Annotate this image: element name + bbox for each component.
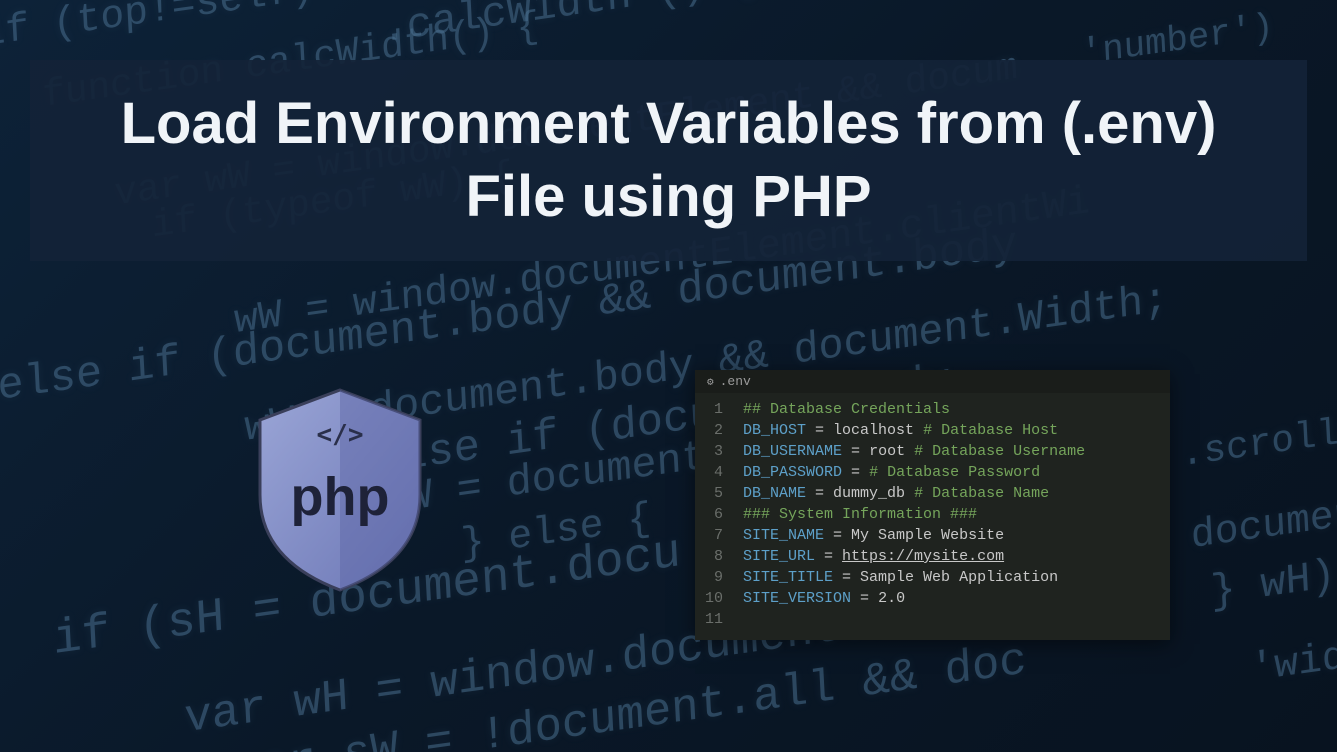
php-text: php	[291, 467, 390, 527]
code-content: ## Database CredentialsDB_HOST = localho…	[733, 393, 1170, 640]
line-number: 11	[705, 609, 723, 630]
line-number: 6	[705, 504, 723, 525]
editor-tab: ⚙ .env	[695, 370, 1170, 393]
code-line: DB_PASSWORD = # Database Password	[743, 462, 1158, 483]
code-line: ## Database Credentials	[743, 399, 1158, 420]
code-line: ### System Information ###	[743, 504, 1158, 525]
line-number: 5	[705, 483, 723, 504]
editor-body: 1234567891011 ## Database CredentialsDB_…	[695, 393, 1170, 640]
line-number: 8	[705, 546, 723, 567]
line-number: 9	[705, 567, 723, 588]
line-number: 1	[705, 399, 723, 420]
code-editor: ⚙ .env 1234567891011 ## Database Credent…	[695, 370, 1170, 640]
code-line: DB_USERNAME = root # Database Username	[743, 441, 1158, 462]
line-number: 2	[705, 420, 723, 441]
line-number: 3	[705, 441, 723, 462]
line-number: 7	[705, 525, 723, 546]
background-code-line: 'widt	[1249, 632, 1337, 694]
page-title: Load Environment Variables from (.env) F…	[70, 88, 1267, 233]
code-line: SITE_NAME = My Sample Website	[743, 525, 1158, 546]
background-code-line: .scrollHe	[1180, 406, 1337, 478]
code-line: DB_HOST = localhost # Database Host	[743, 420, 1158, 441]
line-numbers: 1234567891011	[695, 393, 733, 640]
shield-icon: </> php	[250, 385, 430, 595]
editor-filename: .env	[720, 374, 751, 389]
code-line: DB_NAME = dummy_db # Database Name	[743, 483, 1158, 504]
code-line: SITE_VERSION = 2.0	[743, 588, 1158, 609]
background-code-line: document.	[1190, 485, 1337, 560]
code-line: SITE_TITLE = Sample Web Application	[743, 567, 1158, 588]
code-tag-icon: </>	[317, 420, 364, 450]
php-logo: </> php	[250, 385, 430, 595]
line-number: 4	[705, 462, 723, 483]
background-code-line: } wH)	[1209, 551, 1336, 617]
code-line: SITE_URL = https://mysite.com	[743, 546, 1158, 567]
gear-icon: ⚙	[707, 375, 714, 389]
line-number: 10	[705, 588, 723, 609]
title-banner: Load Environment Variables from (.env) F…	[30, 60, 1307, 261]
